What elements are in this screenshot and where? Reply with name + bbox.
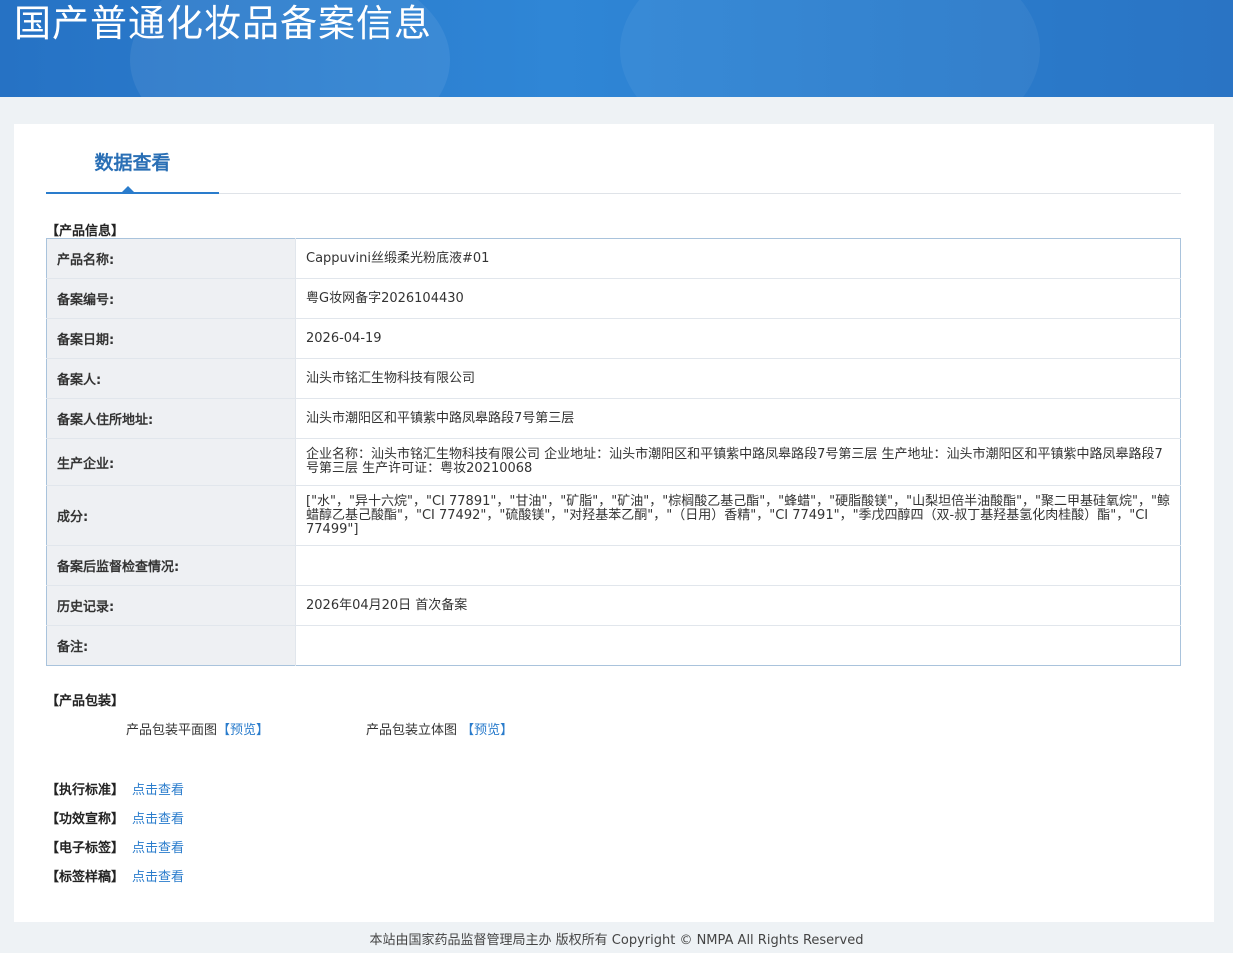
section-title-packaging: 【产品包装】	[46, 694, 125, 709]
row-label: 产品名称:	[46, 238, 296, 279]
row-value: 2026-04-19	[295, 318, 1181, 359]
table-row: 备案日期: 2026-04-19	[46, 318, 1181, 359]
packaging-solid-preview-link[interactable]: 【预览】	[461, 723, 513, 738]
packaging-solid-item: 产品包装立体图 【预览】	[366, 719, 513, 738]
link-row-standard: 【执行标准】 点击查看	[46, 779, 184, 798]
tab-bar: 数据查看	[46, 124, 1181, 194]
packaging-solid-label: 产品包装立体图	[366, 723, 458, 738]
link-label: 【功效宣称】	[46, 812, 125, 827]
row-label: 备案编号:	[46, 278, 296, 319]
footer-copyright: 本站由国家药品监督管理局主办 版权所有 Copyright © NMPA All…	[369, 933, 864, 948]
table-row: 产品名称: Cappuvini丝缎柔光粉底液#01	[46, 238, 1181, 279]
row-label: 成分:	[46, 485, 296, 546]
content-card: 数据查看 【产品信息】 产品名称: Cappuvini丝缎柔光粉底液#01 备案…	[14, 124, 1214, 922]
row-label: 备案人:	[46, 358, 296, 399]
packaging-flat-preview-link[interactable]: 【预览】	[217, 723, 269, 738]
view-e-label-link[interactable]: 点击查看	[132, 841, 184, 856]
table-row: 生产企业: 企业名称：汕头市铭汇生物科技有限公司 企业地址：汕头市潮阳区和平镇紫…	[46, 438, 1181, 486]
tab-label: 数据查看	[94, 152, 171, 174]
row-value: ["水"，"异十六烷"，"CI 77891"，"甘油"，"矿脂"，"矿油"，"棕…	[295, 485, 1181, 546]
table-row: 备案人: 汕头市铭汇生物科技有限公司	[46, 358, 1181, 399]
row-value: 2026年04月20日 首次备案	[295, 585, 1181, 626]
row-label: 备案人住所地址:	[46, 398, 296, 439]
row-label: 备注:	[46, 625, 296, 666]
link-row-label-sample: 【标签样稿】 点击查看	[46, 866, 184, 885]
section-title-product-info: 【产品信息】	[46, 224, 125, 239]
page-title: 国产普通化妆品备案信息	[14, 2, 432, 45]
link-row-e-label: 【电子标签】 点击查看	[46, 837, 184, 856]
table-row: 备案后监督检查情况:	[46, 545, 1181, 586]
table-row: 备注:	[46, 625, 1181, 666]
row-value: Cappuvini丝缎柔光粉底液#01	[295, 238, 1181, 279]
link-label: 【标签样稿】	[46, 870, 125, 885]
tab-active-caret-icon	[122, 186, 134, 192]
table-row: 成分: ["水"，"异十六烷"，"CI 77891"，"甘油"，"矿脂"，"矿油…	[46, 485, 1181, 546]
row-value: 汕头市铭汇生物科技有限公司	[295, 358, 1181, 399]
table-row: 历史记录: 2026年04月20日 首次备案	[46, 585, 1181, 626]
view-label-sample-link[interactable]: 点击查看	[132, 870, 184, 885]
tab-data-view[interactable]: 数据查看	[46, 124, 219, 194]
row-value	[296, 626, 1181, 666]
row-value: 粤G妆网备字2026104430	[295, 278, 1181, 319]
link-label: 【执行标准】	[46, 783, 125, 798]
packaging-flat-label: 产品包装平面图	[126, 723, 218, 738]
row-label: 备案后监督检查情况:	[46, 545, 296, 586]
packaging-flat-item: 产品包装平面图【预览】	[126, 719, 269, 738]
table-row: 备案编号: 粤G妆网备字2026104430	[46, 278, 1181, 319]
banner-decoration	[620, 0, 1040, 97]
row-value	[295, 545, 1181, 586]
row-label: 生产企业:	[46, 438, 296, 486]
table-row: 备案人住所地址: 汕头市潮阳区和平镇紫中路凤皋路段7号第三层	[46, 398, 1181, 439]
row-label: 备案日期:	[46, 318, 296, 359]
link-label: 【电子标签】	[46, 841, 125, 856]
view-standard-link[interactable]: 点击查看	[132, 783, 184, 798]
row-value: 企业名称：汕头市铭汇生物科技有限公司 企业地址：汕头市潮阳区和平镇紫中路凤皋路段…	[295, 438, 1181, 486]
row-value: 汕头市潮阳区和平镇紫中路凤皋路段7号第三层	[295, 398, 1181, 439]
product-info-table: 产品名称: Cappuvini丝缎柔光粉底液#01 备案编号: 粤G妆网备字20…	[46, 238, 1181, 666]
row-label: 历史记录:	[46, 585, 296, 626]
header-banner: 国产普通化妆品备案信息	[0, 0, 1233, 97]
link-row-efficacy: 【功效宣称】 点击查看	[46, 808, 184, 827]
view-efficacy-link[interactable]: 点击查看	[132, 812, 184, 827]
